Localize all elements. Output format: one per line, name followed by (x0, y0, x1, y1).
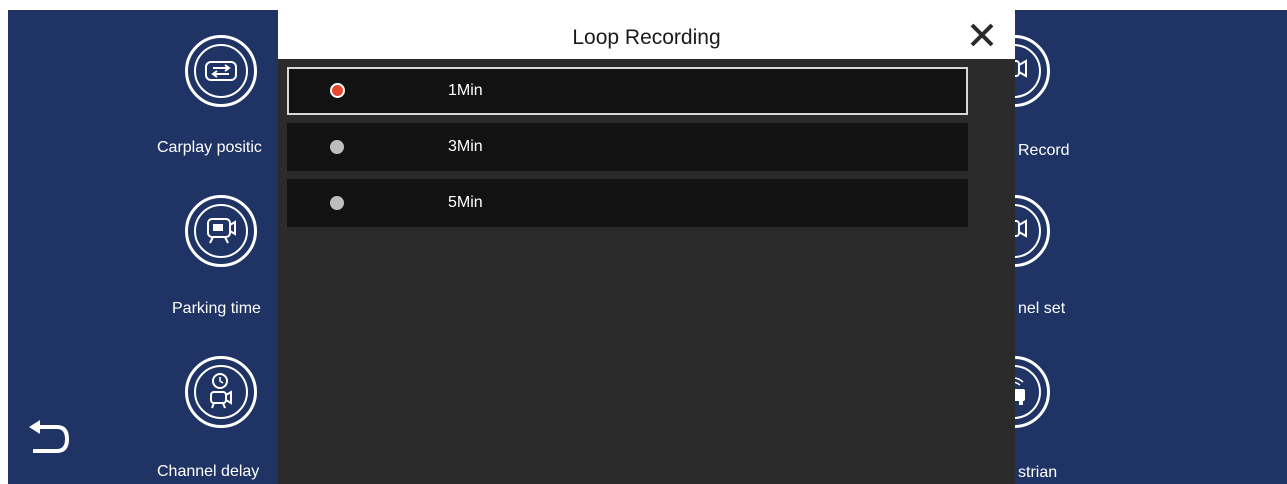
back-button[interactable] (22, 412, 78, 462)
option-label: 1Min (448, 82, 483, 99)
swap-arrows-icon (205, 61, 237, 81)
close-button[interactable] (963, 16, 1001, 54)
close-x-icon (970, 23, 994, 47)
option-1min[interactable]: 1Min (287, 67, 968, 115)
dialog-header: Loop Recording (278, 10, 1015, 59)
radio-selected-icon (330, 83, 345, 98)
dialog-title: Loop Recording (572, 26, 721, 49)
channel-delay-label: Channel delay (157, 463, 260, 480)
carplay-position-label: Carplay positic (157, 139, 262, 156)
pedestrian-tile[interactable]: strian (978, 356, 1258, 484)
option-label: 3Min (448, 138, 483, 155)
record-label: Record (1018, 142, 1070, 159)
tv-camera-time-icon (207, 218, 236, 244)
option-3min[interactable]: 3Min (287, 123, 968, 171)
loop-duration-options: 1Min 3Min 5Min (287, 67, 968, 235)
channel-delay-icon-circle (185, 356, 257, 428)
carplay-position-icon-circle (185, 35, 257, 107)
parking-time-label: Parking time (172, 300, 261, 317)
channel-set-tile[interactable]: nel set (978, 195, 1258, 335)
record-tile[interactable]: Record (978, 35, 1258, 175)
back-arrow-icon (29, 420, 70, 453)
radio-unselected-icon (330, 196, 344, 210)
option-label: 5Min (448, 194, 483, 211)
loop-recording-dialog: Loop Recording 1Min 3Min 5Min (278, 10, 1015, 484)
channel-set-label: nel set (1018, 300, 1066, 317)
radio-unselected-icon (330, 140, 344, 154)
pedestrian-label: strian (1018, 464, 1058, 481)
option-5min[interactable]: 5Min (287, 179, 968, 227)
clock-camera-icon (210, 373, 232, 409)
parking-time-icon-circle (185, 195, 257, 267)
settings-screen: Carplay positic Parking time Channel del… (8, 10, 1287, 484)
